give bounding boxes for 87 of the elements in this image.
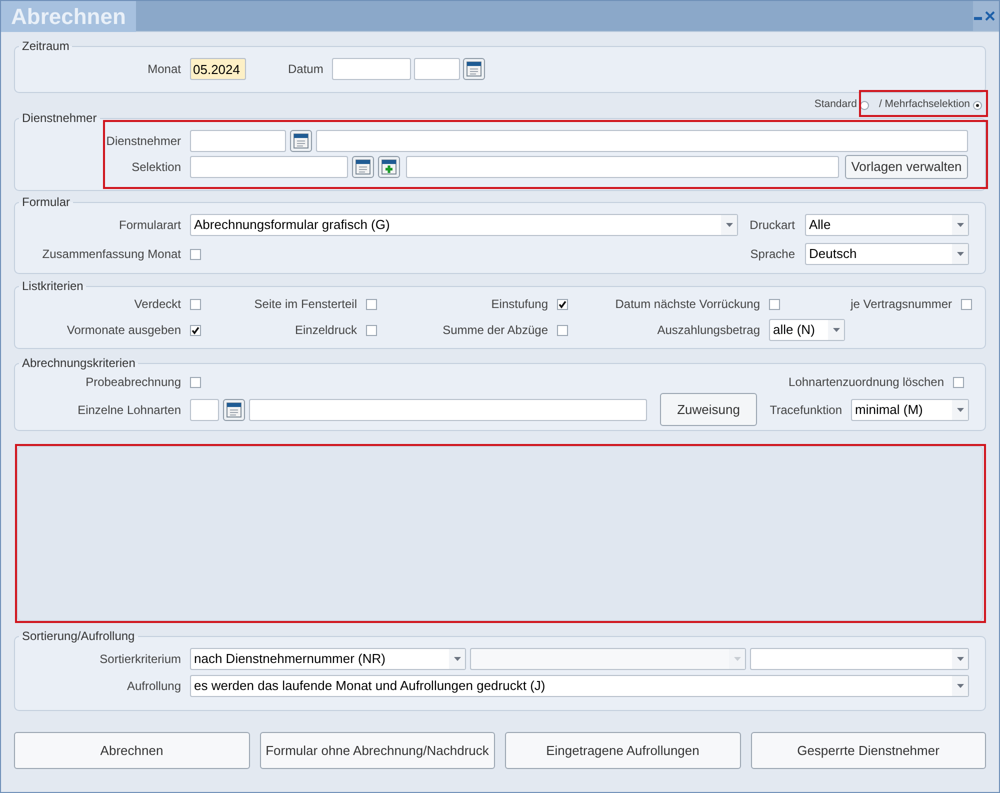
action-button[interactable]: Gesperrte Dienstnehmer <box>750 732 986 769</box>
section-legend: Sortierung/Aufrollung <box>19 629 138 643</box>
checkbox[interactable] <box>366 324 377 336</box>
dropdown[interactable]: alle (N) <box>769 319 845 341</box>
checkbox[interactable] <box>190 324 201 336</box>
field-label: Monat <box>146 61 181 78</box>
section-legend: Abrechnungskriterien <box>19 356 138 370</box>
field-label: Aufrollung <box>126 678 181 695</box>
section-legend: Dienstnehmer <box>19 111 100 125</box>
window-title: Abrechnen <box>1 0 136 32</box>
field-label: Sprache <box>749 246 795 263</box>
input-field[interactable] <box>414 58 460 80</box>
action-button[interactable]: Formular ohne Abrechnung/Nachdruck <box>260 732 495 769</box>
checkbox[interactable] <box>557 324 568 336</box>
dropdown[interactable]: Deutsch <box>805 243 969 265</box>
dropdown-arrow-icon <box>956 252 964 256</box>
radio-label: / Mehrfachselektion <box>878 97 970 112</box>
input-field[interactable] <box>190 398 219 420</box>
input-field[interactable] <box>190 156 348 178</box>
dropdown-arrow-icon <box>726 223 732 227</box>
dropdown[interactable]: Abrechnungsformular grafisch (G) <box>190 214 738 236</box>
field-label: Selektion <box>130 159 181 176</box>
radio-button[interactable] <box>973 100 982 110</box>
field-label: Zusammenfassung Monat <box>41 246 181 263</box>
dropdown-arrow-icon <box>956 684 964 688</box>
field-label: Verdeckt <box>133 296 181 313</box>
dropdown[interactable]: Alle <box>805 214 969 236</box>
field-label: Lohnartenzuordnung löschen <box>788 374 944 391</box>
add-button[interactable] <box>378 156 400 178</box>
field-label: Vormonate ausgeben <box>66 322 181 339</box>
field-label: Tracefunktion <box>768 402 842 418</box>
field-label: Probeabrechnung <box>84 374 181 391</box>
input-field[interactable] <box>190 130 286 152</box>
field-label: Summe der Abzüge <box>442 322 548 339</box>
checkbox[interactable] <box>769 298 780 310</box>
dropdown-arrow-icon <box>734 657 740 661</box>
assign-button[interactable]: Zuweisung <box>660 393 757 426</box>
field-label: Sortierkriterium <box>98 651 181 668</box>
checkbox[interactable] <box>190 298 201 310</box>
calendar-icon <box>226 402 242 418</box>
section-legend: Formular <box>19 195 74 209</box>
dropdown-arrow-icon <box>832 328 840 332</box>
checkbox[interactable] <box>961 298 972 310</box>
calendar-icon <box>293 133 309 149</box>
section-legend: Listkriterien <box>19 279 86 293</box>
calendar-icon <box>355 159 371 175</box>
checkbox[interactable] <box>190 248 201 260</box>
input-field[interactable] <box>406 156 839 178</box>
field-label: Einzelne Lohnarten <box>76 402 181 418</box>
field-label: Auszahlungsbetrag <box>656 322 760 339</box>
input-field[interactable] <box>316 130 968 152</box>
field-label: Datum <box>288 61 324 78</box>
checkbox[interactable] <box>953 376 964 388</box>
dropdown[interactable] <box>750 648 969 670</box>
dropdown-arrow-icon <box>454 657 460 661</box>
templates-button[interactable]: Vorlagen verwalten <box>845 155 968 179</box>
field-label: Dienstnehmer <box>105 133 181 150</box>
close-icon[interactable] <box>985 11 995 21</box>
input-field[interactable] <box>249 398 647 420</box>
action-button[interactable]: Abrechnen <box>14 732 250 769</box>
dropdown-arrow-icon <box>956 657 964 661</box>
field-label: Formularart <box>118 217 181 234</box>
field-label: je Vertragsnummer <box>849 296 952 313</box>
checkbox[interactable] <box>557 298 568 310</box>
dropdown-arrow-icon <box>956 408 964 412</box>
checkbox[interactable] <box>366 298 377 310</box>
dropdown[interactable]: es werden das laufende Monat und Aufrollungen gedruckt (J) <box>190 675 969 697</box>
field-label: Datum nächste Vorrückung <box>614 296 760 313</box>
field-label: Seite im Fensterteil <box>253 296 357 313</box>
input-field[interactable] <box>332 58 412 80</box>
field-label: Einstufung <box>490 296 548 313</box>
calendar-button[interactable] <box>463 58 486 80</box>
field-label: Druckart <box>748 217 795 234</box>
action-button[interactable]: Eingetragene Aufrollungen <box>505 732 740 769</box>
calendar-button[interactable] <box>352 156 374 178</box>
dropdown[interactable]: nach Dienstnehmernummer (NR) <box>190 648 466 670</box>
radio-label: Standard <box>814 97 857 112</box>
calendar-button[interactable] <box>290 130 312 152</box>
checkbox[interactable] <box>190 376 201 388</box>
calendar-button[interactable] <box>223 398 245 420</box>
field-label: Einzeldruck <box>294 322 357 339</box>
dropdown-arrow-icon <box>956 223 964 227</box>
dropdown[interactable]: minimal (M) <box>851 398 969 420</box>
calendar-icon <box>466 61 482 77</box>
calendar-plus-icon <box>381 159 397 175</box>
input-field[interactable]: 05.2024 <box>190 58 246 80</box>
section-legend: Zeitraum <box>19 39 72 53</box>
